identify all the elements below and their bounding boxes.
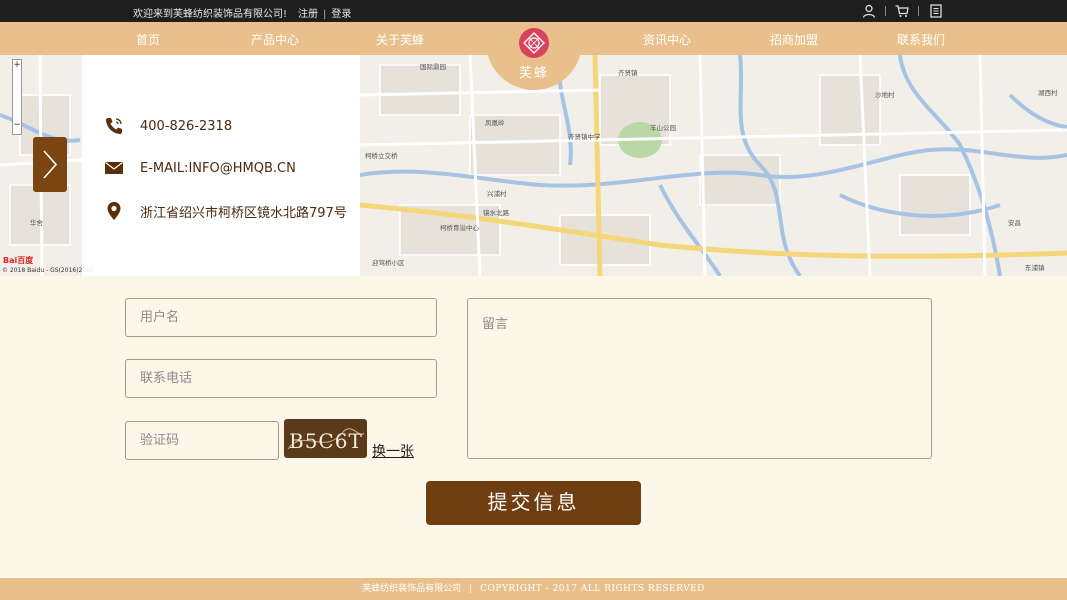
map-label: 齐贤镇中学 <box>568 132 601 141</box>
map-label: 安昌 <box>1008 218 1021 227</box>
nav-item-franchise[interactable]: 招商加盟 <box>770 31 818 48</box>
map-label: 羊山公园 <box>650 123 676 132</box>
phone-number: 400-826-2318 <box>140 118 233 134</box>
icon-separator <box>918 6 919 16</box>
email-row: E-MAIL:INFO@HMQB.CN <box>104 156 296 180</box>
auth-links: 注册 | 登录 <box>298 5 351 20</box>
username-input[interactable] <box>125 298 437 337</box>
street-address: 浙江省绍兴市柯桥区镜水北路797号 <box>140 205 347 221</box>
map-credit: © 2018 Baidu - GS(2016)2089 <box>2 267 94 274</box>
zoom-in-button[interactable]: + <box>13 60 21 70</box>
map-label: 东浦镇 <box>1025 263 1045 272</box>
zoom-out-button[interactable]: − <box>13 120 21 130</box>
nav-item-about[interactable]: 关于芙蜂 <box>376 31 424 48</box>
top-bar: 欢迎来到芙蜂纺织装饰品有限公司! 注册 | 登录 <box>0 0 1067 22</box>
email-address: E-MAIL:INFO@HMQB.CN <box>140 160 296 176</box>
map-label: 兴浦村 <box>487 189 507 198</box>
map-label: 华舍 <box>30 218 44 227</box>
logo-emblem-icon <box>519 28 549 58</box>
captcha-input[interactable] <box>125 421 279 460</box>
logo-text: 芙蜂 <box>518 66 549 81</box>
captcha-code: B5C6T <box>289 429 363 453</box>
footer: 芙蜂纺织装饰品有限公司 | COPYRIGHT - 2017 ALL RIGHTS … <box>0 578 1067 600</box>
map-label: 柯桥育溢中心 <box>440 223 480 232</box>
logo[interactable]: 芙蜂 <box>486 22 582 90</box>
footer-company: 芙蜂纺织装饰品有限公司 <box>362 584 462 594</box>
map-label: 国际鼎园 <box>420 62 446 71</box>
map-label: 凤凰岭 <box>485 118 505 127</box>
message-textarea[interactable] <box>467 298 932 459</box>
baidu-logo: Bai百度 <box>3 256 34 265</box>
user-icon[interactable] <box>862 4 876 18</box>
cart-icon[interactable] <box>895 4 909 18</box>
notebook-icon[interactable] <box>929 4 943 18</box>
panel-toggle-button[interactable] <box>33 137 67 192</box>
nav-item-contact[interactable]: 联系我们 <box>897 31 945 48</box>
contact-info-panel: 400-826-2318 E-MAIL:INFO@HMQB.CN 浙江省绍兴市柯… <box>82 55 360 276</box>
auth-separator: | <box>323 9 327 20</box>
register-link[interactable]: 注册 <box>298 9 318 20</box>
map-label: 迎驾桥小区 <box>372 258 405 267</box>
map-zoom-control[interactable]: + − <box>12 59 22 135</box>
welcome-text: 欢迎来到芙蜂纺织装饰品有限公司! <box>133 9 288 20</box>
icon-separator <box>885 6 886 16</box>
nav-item-products[interactable]: 产品中心 <box>251 31 299 48</box>
phone-row: 400-826-2318 <box>104 114 232 138</box>
footer-separator: | <box>469 584 473 594</box>
nav-item-news[interactable]: 资讯中心 <box>643 31 691 48</box>
address-row: 浙江省绍兴市柯桥区镜水北路797号 <box>104 199 347 223</box>
map-label: 沙地村 <box>875 90 895 99</box>
captcha-image[interactable]: B5C6T <box>284 419 367 458</box>
chevron-right-icon <box>43 150 58 179</box>
login-link[interactable]: 登录 <box>331 9 351 20</box>
footer-copyright: COPYRIGHT - 2017 ALL RIGHTS RESERVED <box>480 584 705 594</box>
map-label: 镜水北路 <box>483 208 510 217</box>
location-pin-icon <box>107 202 121 220</box>
map-label: 柯桥立交桥 <box>365 151 398 160</box>
nav-item-home[interactable]: 首页 <box>136 31 160 48</box>
mail-icon <box>105 162 123 174</box>
map-label: 湖西村 <box>1038 88 1058 97</box>
map-label: 齐贤镇 <box>618 68 638 77</box>
phone-icon <box>106 118 122 134</box>
submit-button[interactable]: 提交信息 <box>426 481 641 525</box>
phone-input[interactable] <box>125 359 437 398</box>
refresh-captcha-link[interactable]: 换一张 <box>372 441 414 461</box>
